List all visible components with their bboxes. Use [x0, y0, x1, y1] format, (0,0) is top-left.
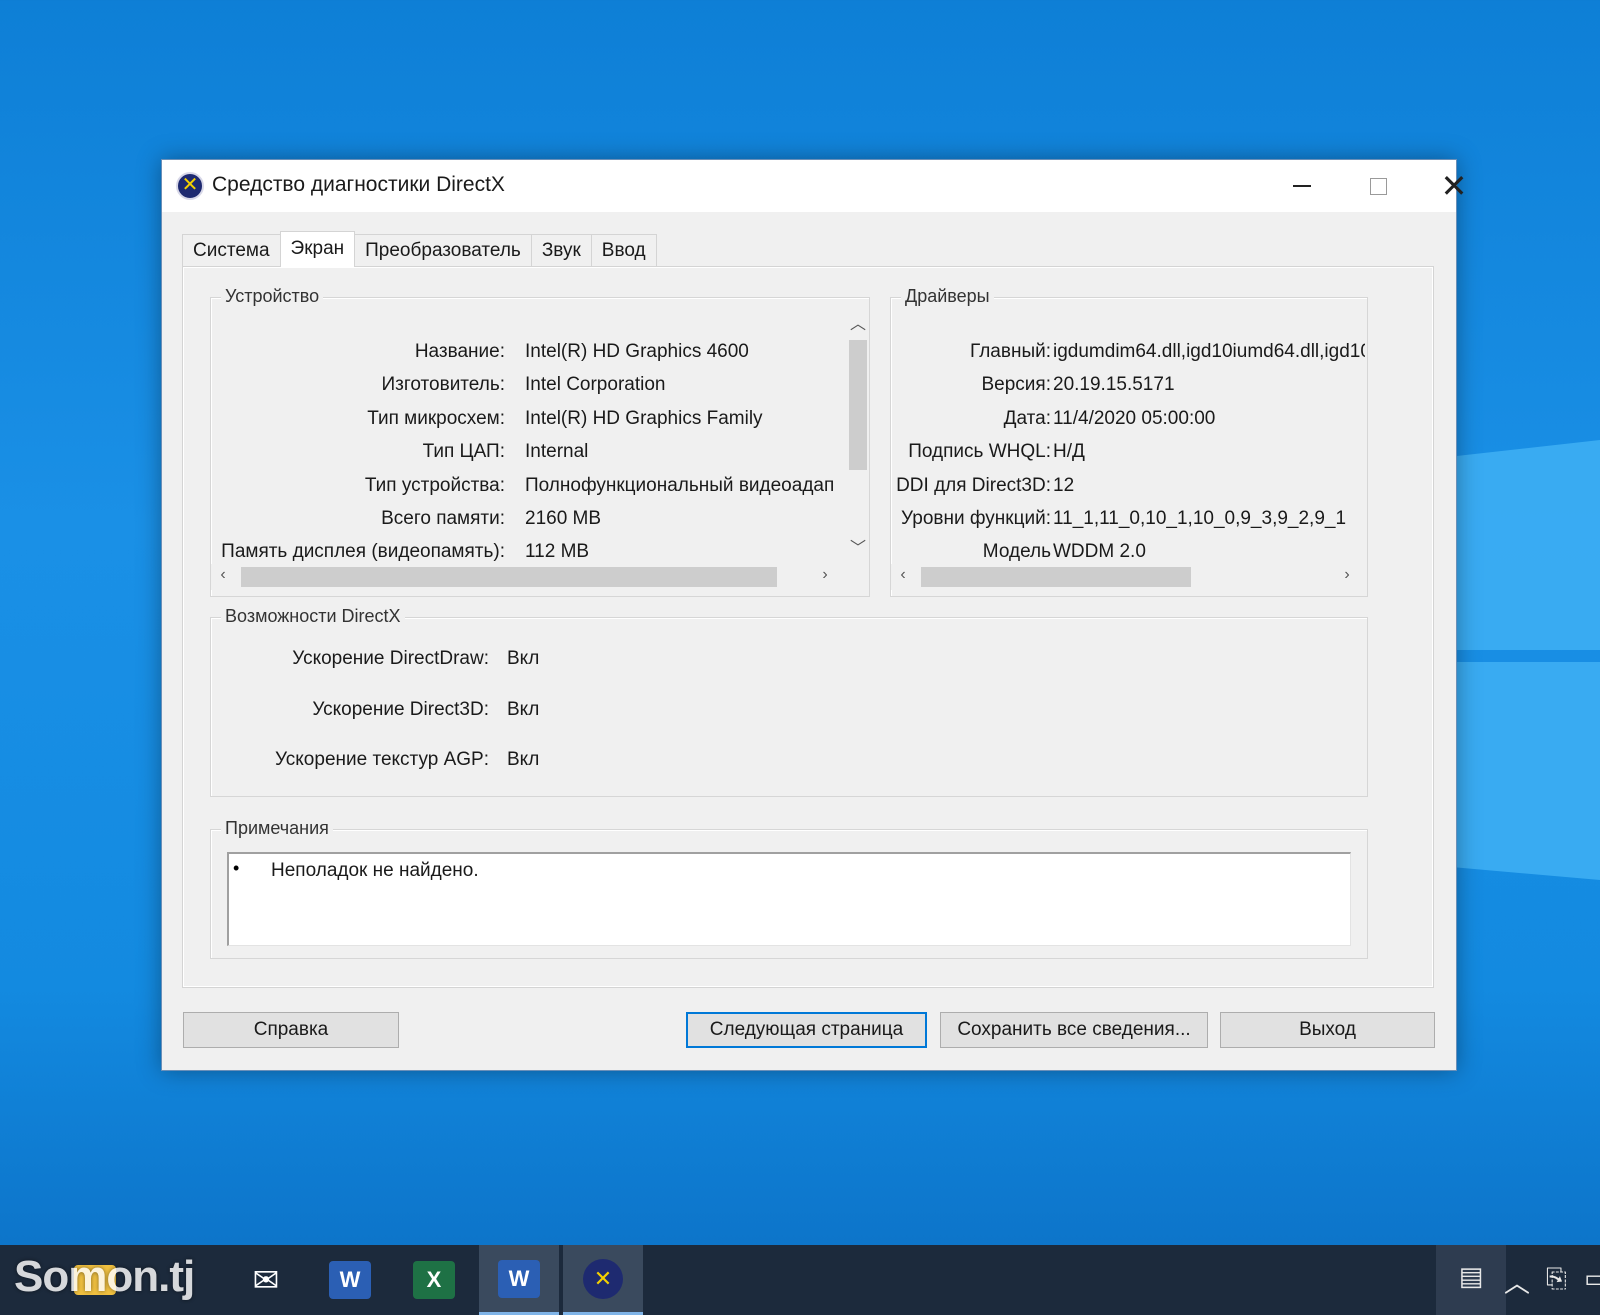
display-tab-panel: Устройство Название: Intel(R) HD Graphic… [182, 266, 1434, 988]
device-type-label: Тип устройства: [364, 475, 505, 496]
news-widget-icon[interactable]: ▤ [1436, 1245, 1506, 1315]
version-label: Версия: [981, 374, 1052, 395]
notes-textbox[interactable]: • Неполадок не найдено. [227, 852, 1351, 946]
device-group: Устройство Название: Intel(R) HD Graphic… [210, 286, 870, 597]
scroll-right-icon[interactable]: › [1337, 566, 1357, 584]
word-icon: W [329, 1261, 371, 1299]
ddi-value: 12 [1053, 475, 1075, 496]
whql-label: Подпись WHQL: [908, 441, 1051, 462]
tab-system[interactable]: Система [182, 234, 281, 267]
main-driver-label: Главный: [969, 341, 1051, 362]
tab-strip: Система Экран Преобразователь Звук Ввод [182, 231, 657, 267]
agp-value: Вкл [507, 749, 540, 770]
directdraw-label: Ускорение DirectDraw: [292, 648, 489, 669]
exit-button[interactable]: Выход [1220, 1012, 1435, 1048]
directx-icon: ✕ [583, 1258, 623, 1299]
display-memory-label: Память дисплея (видеопамять): [221, 541, 505, 562]
date-label: Дата: [1003, 408, 1051, 429]
drivers-info-area: Главный: igdumdim64.dll,igd10iumd64.dll,… [891, 298, 1365, 564]
scroll-left-icon[interactable]: ‹ [893, 566, 913, 584]
driver-model-label: Модель [982, 541, 1051, 562]
directx-icon: ✕ [176, 172, 204, 200]
device-horizontal-scrollbar[interactable]: ‹ › [211, 564, 847, 590]
scroll-right-icon[interactable]: › [815, 566, 835, 584]
title-bar[interactable]: ✕ Средство диагностики DirectX ✕ [162, 160, 1467, 212]
directx-diagnostic-window: ✕ Средство диагностики DirectX ✕ Система… [161, 159, 1467, 1071]
device-hscroll-thumb[interactable] [241, 567, 777, 587]
drivers-horizontal-scrollbar[interactable]: ‹ › [891, 564, 1365, 590]
device-name-value: Intel(R) HD Graphics 4600 [525, 341, 749, 362]
battery-icon[interactable]: ▭ [1584, 1263, 1600, 1294]
notes-group: Примечания • Неполадок не найдено. [210, 818, 1368, 959]
taskbar-word[interactable]: W [310, 1245, 390, 1315]
drivers-hscroll-thumb[interactable] [921, 567, 1191, 587]
direct3d-label: Ускорение Direct3D: [312, 699, 489, 720]
taskbar-mail[interactable]: ✉ [226, 1245, 306, 1315]
window-title: Средство диагностики DirectX [212, 173, 505, 196]
feature-levels-label: Уровни функций: [901, 508, 1051, 529]
directdraw-value: Вкл [507, 648, 540, 669]
minimize-button[interactable] [1264, 160, 1340, 212]
close-button[interactable]: ✕ [1416, 160, 1492, 212]
save-all-button[interactable]: Сохранить все сведения... [940, 1012, 1208, 1048]
maximize-icon [1369, 177, 1387, 195]
taskbar-word-active[interactable]: W [479, 1245, 559, 1315]
scroll-left-icon[interactable]: ‹ [213, 566, 233, 584]
ddi-label: DDI для Direct3D: [896, 475, 1051, 496]
watermark: Somon.tj [14, 1252, 195, 1301]
manufacturer-label: Изготовитель: [381, 374, 505, 395]
help-button[interactable]: Справка [183, 1012, 399, 1048]
excel-icon: X [413, 1261, 455, 1299]
minimize-icon [1293, 185, 1311, 187]
device-vscroll-thumb[interactable] [849, 340, 867, 470]
date-value: 11/4/2020 05:00:00 [1053, 408, 1216, 429]
mail-icon: ✉ [252, 1262, 280, 1298]
maximize-button[interactable] [1340, 160, 1416, 212]
whql-value: Н/Д [1053, 441, 1085, 462]
chip-type-value: Intel(R) HD Graphics Family [525, 408, 763, 429]
dac-type-value: Internal [525, 441, 589, 462]
tab-display[interactable]: Экран [279, 231, 356, 267]
scroll-up-icon[interactable]: ︿ [848, 310, 868, 334]
total-memory-value: 2160 MB [525, 508, 602, 529]
tab-sound[interactable]: Звук [530, 234, 592, 267]
version-value: 20.19.15.5171 [1053, 374, 1175, 395]
notes-legend: Примечания [221, 818, 333, 839]
word-icon: W [498, 1259, 540, 1298]
windows-logo [1450, 440, 1600, 880]
taskbar: ✉ W X W ✕ ▤ ︿ ⎘ ▭ [0, 1245, 1600, 1315]
agp-label: Ускорение текстур AGP: [274, 749, 489, 770]
chip-type-label: Тип микросхем: [367, 408, 505, 429]
bullet-icon: • [233, 858, 240, 878]
tab-input[interactable]: Ввод [590, 234, 657, 267]
meet-now-icon[interactable]: ⎘ [1546, 1263, 1567, 1295]
directx-features-group: Возможности DirectX Ускорение DirectDraw… [210, 606, 1368, 797]
drivers-group: Драйверы Главный: igdumdim64.dll,igd10iu… [890, 286, 1368, 597]
feature-levels-value: 11_1,11_0,10_1,10_0,9_3,9_2,9_1 [1053, 508, 1347, 529]
total-memory-label: Всего памяти: [381, 508, 505, 529]
main-driver-value: igdumdim64.dll,igd10iumd64.dll,igd10iu [1053, 341, 1365, 362]
direct3d-value: Вкл [507, 699, 540, 720]
next-page-button[interactable]: Следующая страница [686, 1012, 927, 1048]
scroll-down-icon[interactable]: ﹀ [848, 534, 868, 558]
display-memory-value: 112 MB [525, 541, 590, 562]
device-info-area: Название: Intel(R) HD Graphics 4600 Изго… [211, 298, 847, 564]
driver-model-value: WDDM 2.0 [1053, 541, 1146, 562]
device-type-value: Полнофункциональный видеоадап [525, 475, 835, 496]
directx-features-legend: Возможности DirectX [221, 606, 405, 627]
note-item: Неполадок не найдено. [271, 860, 479, 881]
manufacturer-value: Intel Corporation [525, 374, 666, 395]
taskbar-directx[interactable]: ✕ [563, 1245, 643, 1315]
device-name-label: Название: [414, 341, 505, 362]
close-icon: ✕ [1440, 168, 1468, 204]
taskbar-excel[interactable]: X [394, 1245, 474, 1315]
device-vertical-scrollbar[interactable]: ︿ ﹀ [847, 308, 869, 564]
chevron-up-icon[interactable]: ︿ [1504, 1263, 1530, 1300]
dac-type-label: Тип ЦАП: [422, 441, 505, 462]
tab-render[interactable]: Преобразователь [354, 234, 532, 267]
